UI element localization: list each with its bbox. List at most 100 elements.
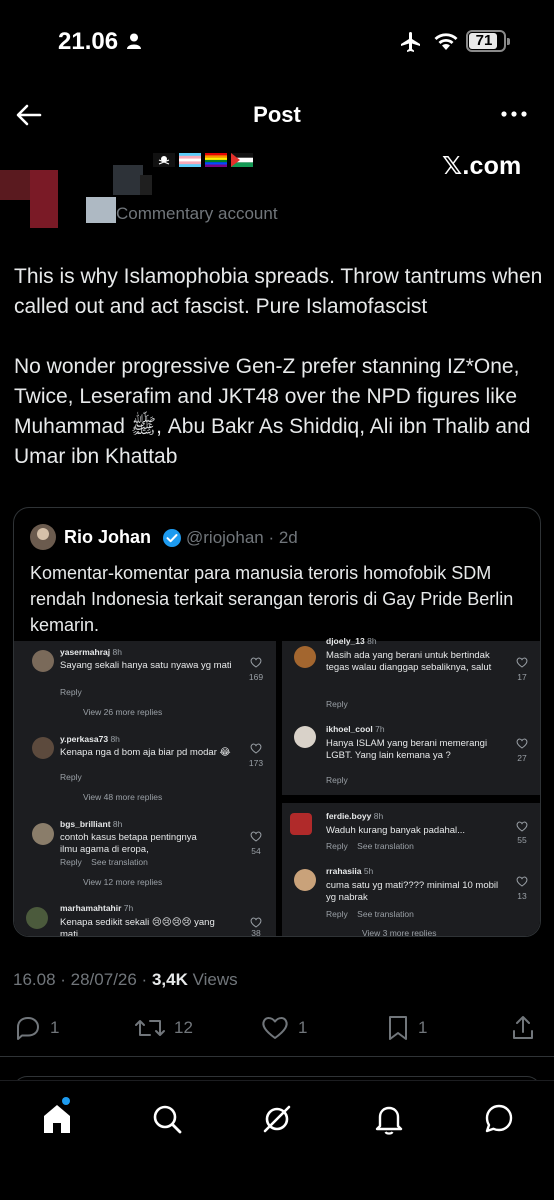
comment-reply: Reply	[60, 687, 82, 697]
like-count: 1	[298, 1018, 308, 1037]
like-icon	[262, 1017, 288, 1039]
comment-user: ferdie.boyy 8h	[326, 811, 384, 821]
comment-user: yasermahraj 8h	[60, 647, 122, 657]
post-meta: 16.08 · 28/07/26 · 3,4K Views	[13, 970, 238, 990]
comment-reply: Reply	[60, 772, 82, 782]
view-more-replies: View 3 more replies	[362, 928, 437, 937]
x-com-logo: 𝕏.com	[442, 152, 522, 180]
comment-user: djoely_13 8h	[326, 636, 377, 646]
status-bar: 21.06 71	[0, 0, 554, 84]
status-time: 21.06	[58, 28, 119, 55]
divider	[0, 1056, 554, 1057]
quote-handle: @riojohan · 2d	[186, 528, 298, 547]
quoted-post[interactable]: Rio Johan @riojohan · 2d Komentar-koment…	[13, 507, 541, 937]
search-icon[interactable]	[150, 1102, 184, 1136]
bookmark-count: 1	[418, 1018, 428, 1037]
messages-icon[interactable]	[482, 1102, 516, 1136]
post-actions: 1 12 1 1	[0, 1008, 554, 1048]
like-count: 38	[251, 928, 261, 937]
heart-icon	[250, 831, 262, 842]
censored-name-block	[140, 175, 152, 195]
avatar	[32, 737, 54, 759]
like-count: 17	[517, 672, 527, 682]
screenshot-right-top: djoely_13 8h Masih ada yang berani untuk…	[282, 636, 540, 795]
verified-badge-icon	[163, 529, 181, 547]
comment-body: Sayang sekali hanya satu nyawa yg mati	[60, 660, 232, 671]
views-count: 3,4K	[151, 970, 188, 989]
share-button[interactable]	[510, 1014, 536, 1042]
heart-icon	[516, 738, 528, 749]
comment-user: y.perkasa73 8h	[60, 734, 120, 744]
heart-icon	[250, 743, 262, 754]
avatar	[32, 650, 54, 672]
view-more-replies: View 26 more replies	[83, 707, 163, 717]
like-button[interactable]: 1	[260, 1014, 307, 1042]
like-count: 54	[251, 846, 261, 856]
grok-icon[interactable]	[260, 1102, 294, 1136]
avatar	[32, 823, 54, 845]
comment-body: Masih ada yang berani untuk bertindak te…	[326, 650, 492, 673]
embedded-screenshots[interactable]: yasermahraj 8h Sayang sekali hanya satu …	[14, 636, 540, 937]
avatar	[294, 726, 316, 748]
rainbow-flag-icon	[205, 153, 227, 167]
heart-icon	[250, 917, 262, 928]
wifi-icon	[434, 33, 458, 50]
censored-name-block	[113, 165, 143, 195]
repost-icon	[135, 1020, 165, 1036]
heart-icon	[516, 821, 528, 832]
share-icon	[513, 1016, 533, 1039]
censored-avatar-block	[0, 170, 30, 200]
comment-reply: Reply See translation	[326, 909, 414, 919]
notification-dot	[62, 1097, 70, 1105]
like-count: 169	[248, 672, 264, 682]
comment-body: Waduh kurang banyak padahal...	[326, 825, 466, 836]
home-icon[interactable]	[40, 1102, 74, 1136]
palestine-flag-icon	[231, 153, 253, 167]
airplane-icon	[401, 32, 420, 52]
screenshot-left: yasermahraj 8h Sayang sekali hanya satu …	[14, 641, 276, 937]
comment-reply: Reply	[326, 699, 348, 709]
heart-icon	[516, 657, 528, 668]
notifications-icon[interactable]	[372, 1102, 406, 1136]
author-subtitle: Commentary account	[116, 204, 278, 223]
like-count: 13	[517, 891, 527, 901]
quote-text: Komentar-komentar para manusia teroris h…	[30, 563, 514, 635]
view-more-replies: View 48 more replies	[83, 792, 163, 802]
quote-author-name: Rio Johan	[64, 527, 152, 547]
page-title: Post	[253, 102, 301, 127]
post-timestamp: 16.08 · 28/07/26 ·	[13, 970, 152, 989]
avatar	[294, 869, 316, 891]
battery-level: 71	[475, 32, 493, 49]
heart-icon	[516, 876, 528, 887]
views-label: Views	[187, 970, 238, 989]
reply-icon	[17, 1017, 39, 1040]
post-paragraph: No wonder progressive Gen-Z prefer stann…	[14, 355, 531, 468]
battery-indicator: 71	[466, 30, 510, 52]
bottom-nav	[0, 1080, 554, 1200]
comment-reply: Reply	[326, 775, 348, 785]
avatar	[294, 646, 316, 668]
reply-button[interactable]: 1	[14, 1014, 59, 1042]
like-count: 27	[517, 753, 527, 763]
pirate-flag-icon	[153, 153, 175, 167]
repost-count: 12	[174, 1018, 193, 1037]
comment-body: cuma satu yg mati???? minimal 10 mobil y…	[326, 880, 499, 903]
comment-body: Kenapa sedikit sekali 😢😢😢😢 yang mati	[60, 917, 215, 937]
author-flags	[153, 153, 253, 167]
more-icon[interactable]	[498, 104, 530, 124]
post-header: Post	[0, 92, 554, 138]
comment-user: marhamahtahir 7h	[60, 903, 134, 913]
like-count: 173	[248, 758, 264, 768]
comment-body: Kenapa nga d bom aja biar pd modar 😂	[60, 747, 231, 758]
comment-body: contoh kasus betapa pentingnya ilmu agam…	[60, 832, 197, 855]
post-body: This is why Islamophobia spreads. Throw …	[14, 262, 544, 502]
heart-icon	[250, 657, 262, 668]
comment-reply: Reply See translation	[60, 857, 148, 867]
comment-user: rrahasiia 5h	[326, 866, 374, 876]
reply-count: 1	[50, 1018, 60, 1037]
quote-avatar	[30, 524, 56, 550]
post-paragraph: This is why Islamophobia spreads. Throw …	[14, 265, 543, 318]
avatar	[26, 907, 48, 929]
repost-button[interactable]: 12	[134, 1014, 193, 1042]
bookmark-button[interactable]: 1	[386, 1014, 427, 1042]
